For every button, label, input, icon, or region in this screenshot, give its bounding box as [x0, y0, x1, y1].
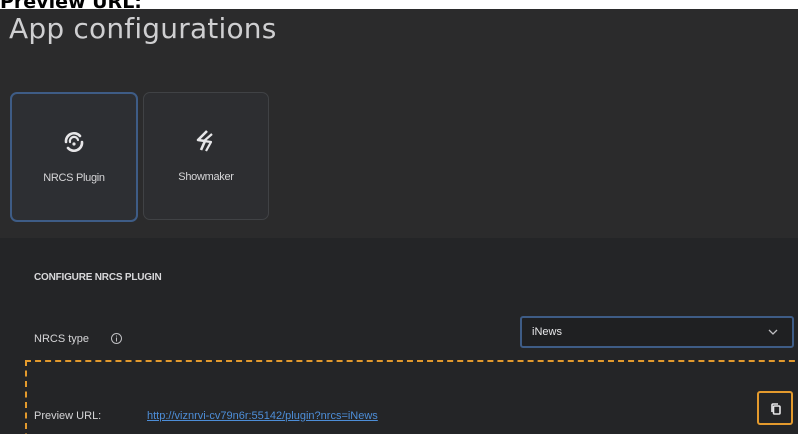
nrcs-plugin-card[interactable]: NRCS Plugin [10, 92, 138, 222]
nrcs-type-select[interactable]: iNews [520, 316, 794, 348]
chevron-down-icon [768, 329, 778, 335]
showmaker-card[interactable]: Showmaker [143, 92, 269, 220]
caption: Preview URL: [0, 0, 142, 13]
copy-url-button[interactable] [757, 391, 793, 425]
nrcs-type-label: NRCS type [34, 333, 90, 345]
section-heading: CONFIGURE NRCS PLUGIN [34, 272, 162, 283]
nrcs-type-value: iNews [532, 326, 562, 338]
configure-section: CONFIGURE NRCS PLUGIN NRCS type iNews Pr… [0, 238, 798, 434]
app-cards: NRCS Plugin Showmaker [10, 92, 798, 228]
preview-url-label: Preview URL: [34, 410, 102, 422]
page-title: App configurations [9, 12, 277, 45]
nrcs-plugin-label: NRCS Plugin [43, 172, 105, 184]
nrcs-plugin-icon [64, 131, 84, 153]
preview-url-link[interactable]: http://viznrvi-cv79n6r:55142/plugin?nrcs… [147, 410, 378, 422]
showmaker-label: Showmaker [178, 171, 234, 183]
showmaker-icon [196, 130, 213, 152]
preview-url-highlight [25, 360, 798, 434]
info-icon[interactable] [110, 332, 123, 345]
app-configurations-panel: App configurations NRCS Plugin Showmaker… [0, 9, 798, 434]
copy-icon [771, 403, 781, 415]
